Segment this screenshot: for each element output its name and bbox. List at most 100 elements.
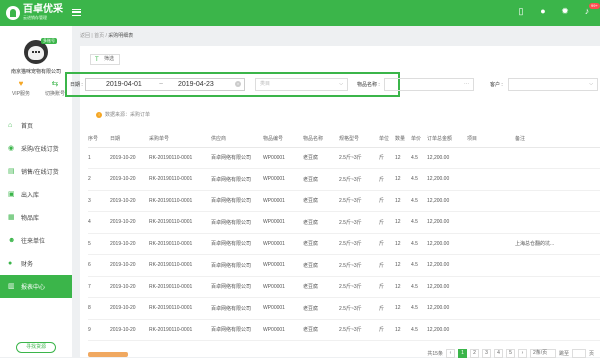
table-cell: 4 — [88, 211, 110, 234]
table-cell: 9 — [88, 319, 110, 341]
sidebar-item-contacts[interactable]: ☻ 往来单位 — [0, 229, 72, 252]
sidebar-item-item-library[interactable]: ▦ 物品库 — [0, 206, 72, 229]
more-icon: ··· — [464, 81, 469, 87]
item-name-select[interactable]: ··· — [384, 78, 474, 91]
finance-icon: ● — [8, 260, 13, 267]
notification-badge: 99+ — [589, 3, 600, 9]
table-cell — [515, 297, 600, 320]
table-cell: 7 — [88, 276, 110, 298]
table-cell: WP00001 — [263, 168, 303, 191]
breadcrumb-separator: | — [91, 33, 93, 39]
item-name-label: 物品名称 : — [357, 82, 380, 88]
table-cell: 12,200.00 — [427, 211, 467, 234]
table-cell: 12,200.00 — [427, 297, 467, 320]
breadcrumb-home-link[interactable]: 首页 — [94, 33, 104, 39]
sidebar-item-finance[interactable]: ● 财务 — [0, 252, 72, 275]
customer-label: 客户 : — [490, 82, 503, 88]
column-header: 备注 — [515, 130, 600, 148]
table-cell: 4.5 — [411, 297, 427, 320]
table-cell: 百卓网络有限公司 — [211, 190, 263, 212]
category-select[interactable]: 类目 ⌵ — [255, 78, 348, 91]
table-cell: 2 — [88, 168, 110, 191]
table-row[interactable]: 8 2019-10-20 RK-20190110-0001 百卓网络有限公司 WP000… — [88, 297, 600, 320]
sidebar-item-label: 财务 — [21, 262, 34, 268]
breadcrumb-current: 采购明细表 — [108, 33, 134, 39]
table-row[interactable]: 1 2019-10-20 RK-20190110-0001 百卓网络有限公司 WP000… — [88, 147, 600, 169]
table-cell: 5 — [88, 233, 110, 255]
date-label: 日期 : — [70, 82, 83, 88]
table-cell: WP00001 — [263, 254, 303, 277]
table-row[interactable]: 2 2019-10-20 RK-20190110-0001 百卓网络有限公司 WP000… — [88, 168, 600, 191]
table-cell: 4.5 — [411, 276, 427, 298]
table-cell — [467, 319, 515, 341]
table-cell: 2.5斤~3斤 — [339, 190, 379, 212]
table-cell: 百卓网络有限公司 — [211, 233, 263, 255]
column-header: 单价 — [411, 130, 427, 148]
find-supply-button[interactable]: 寻找货源 — [16, 342, 56, 353]
table-cell: 斤 — [379, 276, 395, 298]
jump-label: 跳至 — [558, 351, 569, 357]
table-row[interactable]: 9 2019-10-20 RK-20190110-0001 百卓网络有限公司 WP000… — [88, 319, 600, 341]
table-cell: WP00001 — [263, 190, 303, 212]
table-cell — [515, 190, 600, 212]
logo[interactable]: 百卓优采 云进销存管理 — [6, 5, 63, 20]
table-row[interactable]: 3 2019-10-20 RK-20190110-0001 百卓网络有限公司 WP000… — [88, 190, 600, 212]
logo-title: 百卓优采 — [23, 4, 63, 15]
column-header: 规格型号 — [339, 130, 379, 148]
table-cell: 老豆腐 — [303, 276, 339, 298]
table-cell: 斤 — [379, 190, 395, 212]
sidebar-item-reports[interactable]: ▥ 报表中心 — [0, 275, 72, 298]
table-cell: RK-20190110-0001 — [149, 233, 211, 255]
sidebar-item-home[interactable]: ⌂ 首页 — [0, 114, 72, 137]
sidebar-item-sales[interactable]: ▤ 销售/在线订货 — [0, 160, 72, 183]
table-cell: 2019-10-20 — [110, 297, 149, 320]
table-cell: 12,200.00 — [427, 276, 467, 298]
table-row[interactable]: 6 2019-10-20 RK-20190110-0001 百卓网络有限公司 WP000… — [88, 254, 600, 277]
mobile-icon[interactable]: ▯ — [516, 6, 526, 16]
table-cell: 2.5斤~3斤 — [339, 168, 379, 191]
table-cell: 老豆腐 — [303, 168, 339, 191]
date-range-picker[interactable]: 2019-04-01 ~ 2019-04-23 × — [85, 78, 245, 91]
horizontal-scrollbar[interactable] — [88, 352, 128, 357]
filter-button[interactable]: T 筛选 — [90, 54, 120, 65]
table-cell: 斤 — [379, 319, 395, 341]
table-cell: 12,200.00 — [427, 233, 467, 255]
table-row[interactable]: 4 2019-10-20 RK-20190110-0001 百卓网络有限公司 WP000… — [88, 211, 600, 234]
customer-select[interactable]: ⌵ — [508, 78, 598, 91]
menu-toggle-icon[interactable] — [72, 9, 81, 16]
sidebar-item-purchase[interactable]: ◉ 采购/在线订货 — [0, 137, 72, 160]
vip-service-button[interactable]: ♥ VIP服务 — [8, 79, 34, 98]
table-cell — [515, 168, 600, 191]
table-row[interactable]: 7 2019-10-20 RK-20190110-0001 百卓网络有限公司 WP000… — [88, 276, 600, 298]
table-cell: 老豆腐 — [303, 211, 339, 234]
breadcrumb-separator: / — [105, 33, 107, 39]
table-cell: 3 — [88, 190, 110, 212]
table-cell: 2019-10-20 — [110, 319, 149, 341]
table-cell — [467, 168, 515, 191]
table-cell: 4.5 — [411, 319, 427, 341]
sidebar-item-label: 报表中心 — [21, 285, 46, 291]
table-cell: WP00001 — [263, 276, 303, 298]
table-cell — [467, 190, 515, 212]
clear-date-icon[interactable]: × — [235, 81, 241, 87]
table-row[interactable]: 5 2019-10-20 RK-20190110-0001 百卓网络有限公司 WP000… — [88, 233, 600, 255]
table-cell: 百卓网络有限公司 — [211, 297, 263, 320]
table-cell: 2019-10-20 — [110, 233, 149, 255]
chevron-down-icon: ⌵ — [589, 81, 593, 87]
table-cell — [515, 211, 600, 234]
notification-bell-icon[interactable]: ♪ 99+ — [582, 3, 600, 16]
breadcrumb: 返回 | 首页 / 采购明细表 — [80, 32, 133, 39]
vip-icon: ♥ — [18, 79, 24, 88]
table-cell: RK-20190110-0001 — [149, 297, 211, 320]
chat-icon[interactable]: ● — [538, 6, 548, 16]
settings-gear-icon[interactable]: ✹ — [560, 6, 570, 16]
table-cell: 12 — [395, 276, 411, 298]
table-cell — [515, 319, 600, 341]
table-cell: 12,200.00 — [427, 190, 467, 212]
table-cell: 2.5斤~3斤 — [339, 233, 379, 255]
breadcrumb-back-link[interactable]: 返回 — [80, 33, 90, 39]
table-cell: 2019-10-20 — [110, 254, 149, 277]
table-cell: RK-20190110-0001 — [149, 254, 211, 277]
sidebar-item-inventory-io[interactable]: ▣ 出入库 — [0, 183, 72, 206]
table-cell: 12 — [395, 297, 411, 320]
